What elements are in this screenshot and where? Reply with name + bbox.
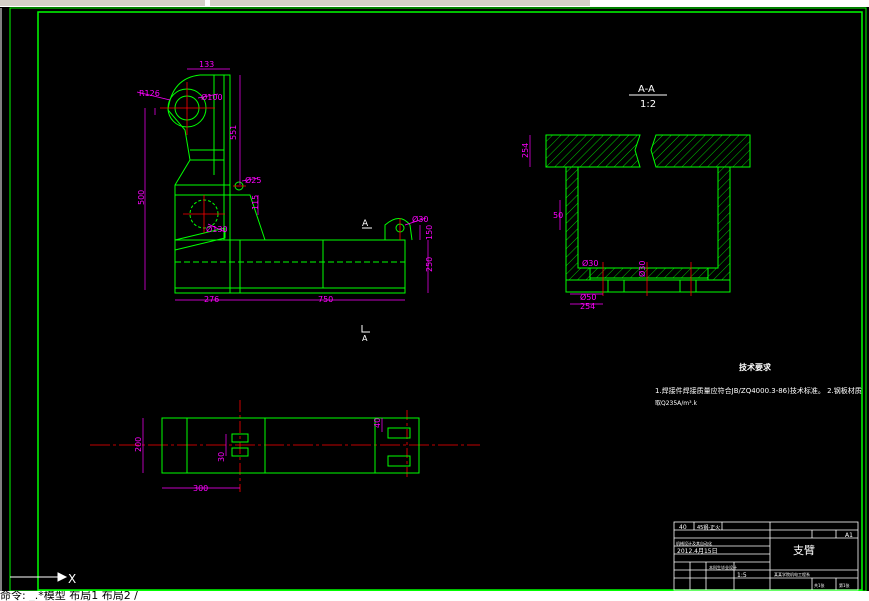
status-bar[interactable]: 命令: _.*模型 布局1 布局2 /: [0, 591, 869, 601]
dim-plan-left-length: 300: [193, 484, 208, 493]
dim-plan-slot: 30: [217, 452, 226, 462]
dim-bottom-width: Ø50: [580, 292, 596, 302]
notes-line-2: 取Q235A/m³.k: [655, 400, 697, 407]
front-centerlines: [160, 82, 401, 240]
dim-upper-height: 551: [229, 125, 238, 140]
drawing-inner-frame: [37, 11, 863, 591]
dim-small-hole: Ø25: [245, 175, 261, 185]
notes-line-1: 1.焊接件焊接质量应符合JB/ZQ4000.3-86)技术标准。 2.钢板材质: [655, 386, 862, 395]
dim-arm-length: 750: [318, 295, 333, 304]
dim-plan-side: 40: [373, 418, 382, 428]
status-text: 命令: _.*模型 布局1 布局2 /: [0, 591, 138, 601]
tb-material: 45钢-正火: [697, 524, 720, 531]
dim-flange-width: 254: [580, 302, 595, 311]
section-cut-left: A: [362, 219, 369, 229]
tb-title: 支臂: [793, 544, 815, 557]
title-block: [673, 521, 859, 591]
front-dim-text: 133 R126 Ø100 551 Ø25 500 115 Ø130 Ø30 1…: [137, 60, 434, 304]
tb-qty: 40: [679, 524, 687, 531]
dim-end-hole: Ø30: [412, 214, 428, 224]
dim-section-hole: Ø30: [582, 258, 598, 268]
tb-remark: 机械设计及其自动化: [676, 540, 712, 546]
tb-sheet: 第1张: [839, 582, 850, 588]
dim-base-height: 250: [425, 257, 434, 272]
tb-date: 2012.4月15日: [677, 548, 718, 555]
section-dim-text: 254 50 Ø30 Ø30 Ø50 254: [521, 143, 647, 311]
tb-school: 某某学院机电工程系: [774, 571, 810, 577]
dim-plan-height: 200: [134, 437, 143, 452]
section-label: A-A: [638, 84, 655, 95]
tb-company: 本科生毕业设计: [709, 564, 737, 570]
dim-wall-height: 50: [553, 211, 563, 220]
dim-plate-thickness: 254: [521, 143, 530, 158]
ucs-x-label: X: [68, 572, 76, 586]
tb-sheet-size: A1: [845, 532, 853, 539]
cad-canvas[interactable]: 133 R126 Ø100 551 Ø25 500 115 Ø130 Ø30 1…: [0, 0, 869, 601]
tb-scale: 1:5: [737, 572, 747, 579]
dim-end-height: 150: [425, 225, 434, 240]
dim-hole-dia: Ø100: [201, 92, 223, 102]
section-cut-bottom: A: [362, 334, 368, 343]
plan-view: 200 30 300 40: [90, 400, 480, 493]
dim-hole-radius: R126: [139, 89, 160, 98]
section-view: A-A 1:2: [545, 84, 751, 293]
section-centerlines: [602, 262, 692, 296]
dim-top-width: 133: [199, 60, 214, 69]
title-block-text: 40 45钢-正火 机械设计及其自动化 2012.4月15日 A1 支臂 1:5…: [676, 524, 853, 588]
dim-bolt-hole: Ø30: [637, 261, 647, 277]
dim-total-height: 500: [137, 190, 146, 205]
section-markers: [361, 227, 372, 333]
notes-heading: 技术要求: [739, 362, 772, 372]
dim-left-width: 276: [204, 295, 219, 304]
tb-marks: 共1张: [814, 582, 825, 588]
dim-pin-hole: Ø130: [206, 224, 228, 234]
section-scale: 1:2: [640, 99, 656, 110]
dim-mid-height: 115: [251, 195, 260, 210]
